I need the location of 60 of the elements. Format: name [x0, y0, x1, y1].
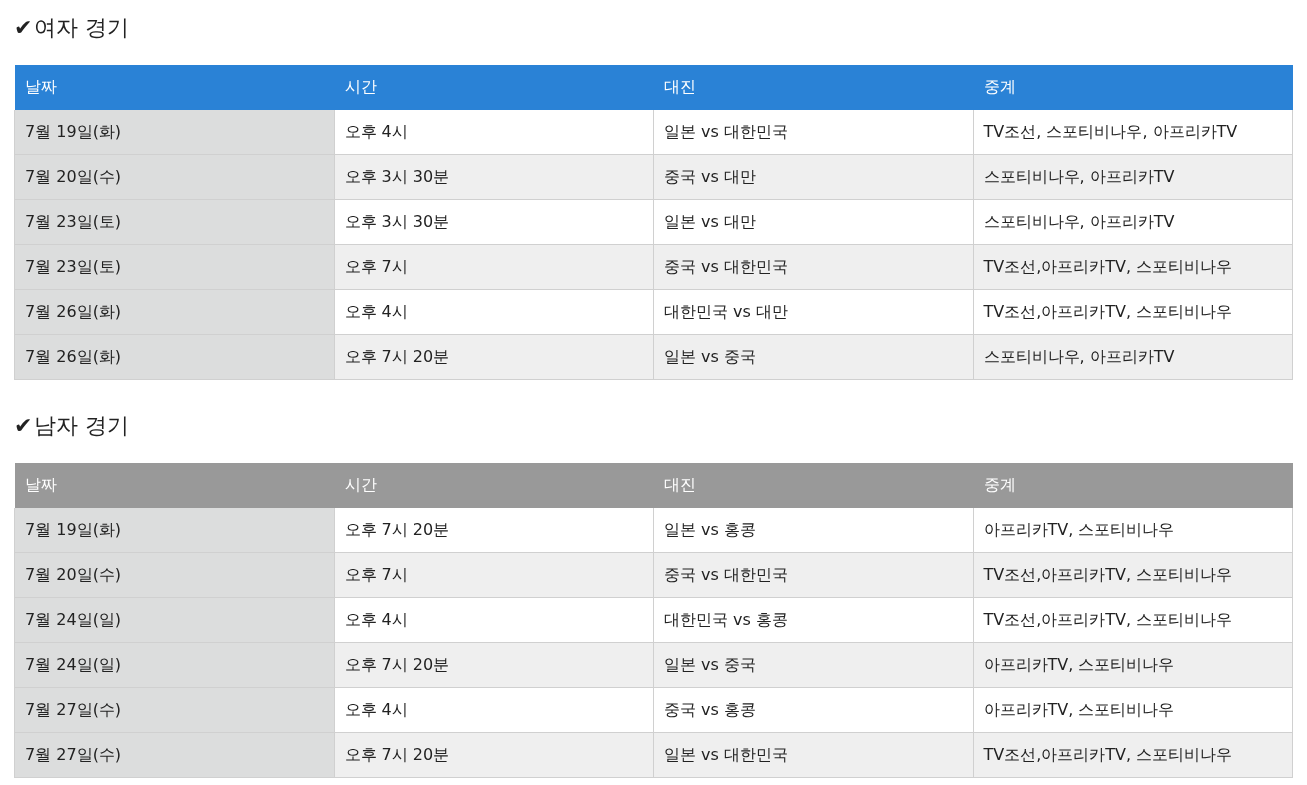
table-cell: 스포티비나우, 아프리카TV: [973, 334, 1293, 380]
table-cell: 7월 19일(화): [14, 507, 334, 553]
column-header: 날짜: [14, 64, 334, 110]
table-cell: 스포티비나우, 아프리카TV: [973, 199, 1293, 245]
table-cell: 오후 3시 30분: [334, 199, 654, 245]
table-cell: 7월 20일(수): [14, 154, 334, 200]
table-cell: TV조선, 스포티비나우, 아프리카TV: [973, 109, 1293, 155]
table-cell: 일본 vs 중국: [653, 642, 973, 688]
column-header: 대진: [653, 462, 973, 508]
column-header: 중계: [973, 64, 1293, 110]
table-cell: 오후 7시 20분: [334, 334, 654, 380]
table-cell: 일본 vs 대한민국: [653, 732, 973, 778]
table-cell: 오후 4시: [334, 687, 654, 733]
section-title: 여자 경기: [34, 14, 130, 42]
table-cell: 중국 vs 대한민국: [653, 552, 973, 598]
table-cell: 일본 vs 대만: [653, 199, 973, 245]
table-cell: 오후 7시 20분: [334, 732, 654, 778]
table-cell: 일본 vs 중국: [653, 334, 973, 380]
table-cell: 아프리카TV, 스포티비나우: [973, 687, 1293, 733]
check-mark: ✔: [14, 412, 33, 440]
column-header: 시간: [334, 462, 654, 508]
table-cell: 오후 7시 20분: [334, 507, 654, 553]
table-cell: 7월 23일(토): [14, 244, 334, 290]
table-cell: TV조선,아프리카TV, 스포티비나우: [973, 597, 1293, 643]
table-cell: 중국 vs 대만: [653, 154, 973, 200]
table-cell: TV조선,아프리카TV, 스포티비나우: [973, 289, 1293, 335]
table-cell: 7월 20일(수): [14, 552, 334, 598]
table-cell: 오후 4시: [334, 597, 654, 643]
table-cell: 오후 7시: [334, 552, 654, 598]
table-cell: 중국 vs 홍콩: [653, 687, 973, 733]
table-cell: 7월 24일(일): [14, 642, 334, 688]
table-cell: 오후 3시 30분: [334, 154, 654, 200]
column-header: 대진: [653, 64, 973, 110]
table-cell: 아프리카TV, 스포티비나우: [973, 642, 1293, 688]
table-cell: 7월 26일(화): [14, 334, 334, 380]
table-cell: 7월 23일(토): [14, 199, 334, 245]
column-header: 중계: [973, 462, 1293, 508]
table-cell: 7월 24일(일): [14, 597, 334, 643]
table-cell: 대한민국 vs 대만: [653, 289, 973, 335]
table-cell: TV조선,아프리카TV, 스포티비나우: [973, 732, 1293, 778]
check-mark: ✔: [14, 14, 33, 42]
table-cell: TV조선,아프리카TV, 스포티비나우: [973, 244, 1293, 290]
section-title: 남자 경기: [34, 412, 130, 440]
table-cell: 대한민국 vs 홍콩: [653, 597, 973, 643]
column-header: 날짜: [14, 462, 334, 508]
table-cell: 오후 7시 20분: [334, 642, 654, 688]
column-header: 시간: [334, 64, 654, 110]
table-cell: 7월 27일(수): [14, 732, 334, 778]
table-cell: 7월 19일(화): [14, 109, 334, 155]
table-cell: 일본 vs 홍콩: [653, 507, 973, 553]
table-cell: 오후 4시: [334, 109, 654, 155]
table-cell: 7월 26일(화): [14, 289, 334, 335]
table-cell: 아프리카TV, 스포티비나우: [973, 507, 1293, 553]
table-cell: 오후 7시: [334, 244, 654, 290]
table-cell: 일본 vs 대한민국: [653, 109, 973, 155]
table-cell: 중국 vs 대한민국: [653, 244, 973, 290]
table-cell: 스포티비나우, 아프리카TV: [973, 154, 1293, 200]
table-cell: 7월 27일(수): [14, 687, 334, 733]
table-cell: 오후 4시: [334, 289, 654, 335]
table-cell: TV조선,아프리카TV, 스포티비나우: [973, 552, 1293, 598]
